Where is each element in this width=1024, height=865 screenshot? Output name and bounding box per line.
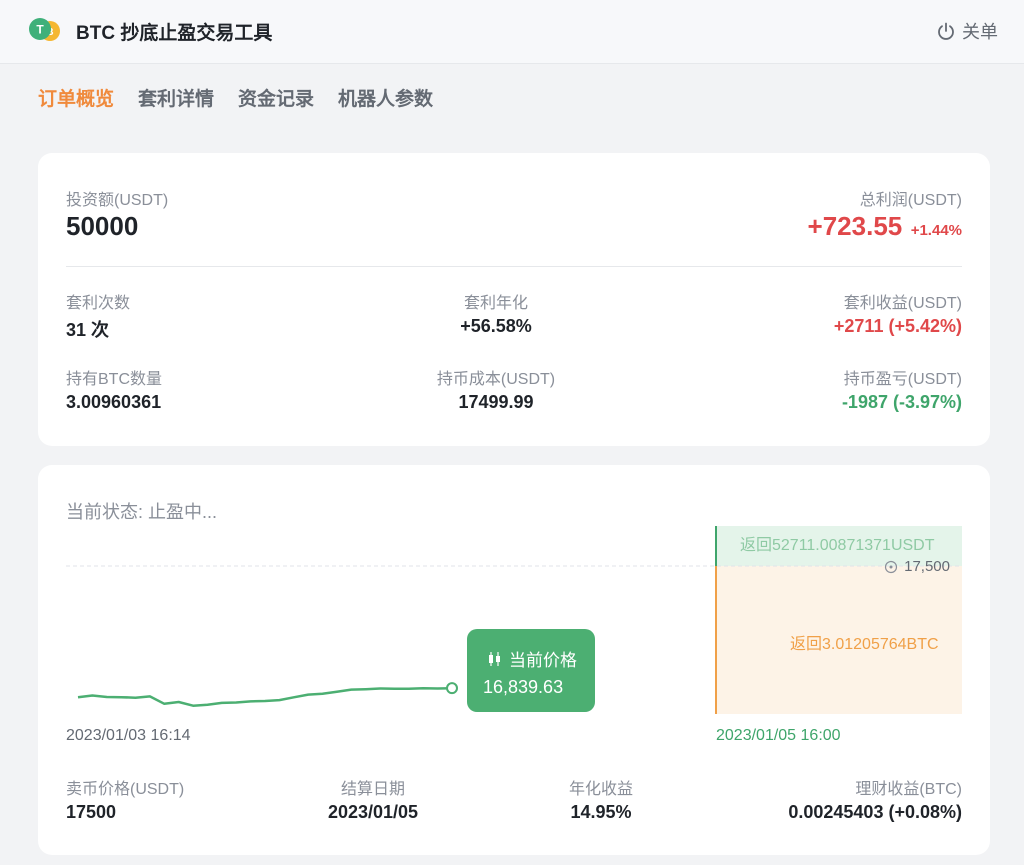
divider: [66, 266, 962, 267]
top-bar: B T BTC 抄底止盈交易工具 关单: [0, 0, 1024, 64]
sell-price-value: 17500: [66, 802, 117, 822]
tab-order-overview[interactable]: 订单概览: [38, 84, 114, 111]
close-order-button[interactable]: 关单: [936, 18, 998, 44]
start-date: 2023/01/03 16:14: [66, 727, 191, 744]
arb-annual-value: +56.58%: [460, 316, 532, 336]
end-date: 2023/01/05 16:00: [716, 727, 841, 744]
pnl-value: -1987 (-3.97%): [841, 392, 962, 412]
power-icon: [938, 22, 954, 40]
arb-income-value: +2711 (+5.42%): [833, 316, 962, 336]
profit-group: +723.55 +1.44%: [808, 211, 962, 242]
btc-qty-label: 持有BTC数量: [66, 371, 163, 388]
target-price-label: 17,500: [904, 558, 950, 575]
target-price-level: 17,500: [884, 558, 950, 575]
profit-label: 总利润(USDT): [859, 192, 962, 209]
summary-card: 投资额(USDT) 50000 总利润(USDT) +723.55 +1.44%…: [38, 153, 990, 446]
tab-bar: 订单概览 套利详情 资金记录 机器人参数: [38, 84, 433, 111]
invest-value: 50000: [66, 211, 139, 241]
price-chart: [66, 526, 962, 714]
app-logo-icon: B T: [29, 18, 60, 41]
app-title: BTC 抄底止盈交易工具: [76, 23, 273, 44]
wealth-income-label: 理财收益(BTC): [855, 781, 962, 798]
profit-percent: +1.44%: [910, 222, 962, 239]
cost-value: 17499.99: [458, 392, 534, 412]
settle-date-label: 结算日期: [340, 781, 405, 798]
wealth-income-value: 0.00245403 (+0.08%): [788, 802, 962, 822]
tab-fund-records[interactable]: 资金记录: [238, 84, 314, 111]
tab-robot-params[interactable]: 机器人参数: [338, 84, 433, 111]
tooltip-title: 当前价格: [487, 646, 577, 671]
tooltip-title-label: 当前价格: [509, 651, 577, 670]
settle-date-value: 2023/01/05: [327, 802, 419, 822]
arb-annual-label: 套利年化: [463, 295, 528, 312]
svg-text:T: T: [36, 23, 44, 37]
close-order-label: 关单: [962, 22, 998, 42]
arb-count-label: 套利次数: [66, 295, 131, 312]
arb-income-label: 套利收益(USDT): [843, 295, 962, 312]
price-series-line: [77, 686, 453, 707]
sell-price-label: 卖币价格(USDT): [66, 781, 185, 798]
btc-qty-value: 3.00960361: [66, 392, 162, 412]
current-price-tooltip: 当前价格 16,839.63: [467, 629, 595, 712]
invest-label: 投资额(USDT): [66, 192, 169, 209]
cost-label: 持币成本(USDT): [436, 371, 556, 388]
current-price-value: 16,839.63: [483, 677, 564, 697]
annual-yield-label: 年化收益: [568, 781, 633, 798]
current-price-point: [446, 682, 458, 695]
status-card: 当前状态: 止盈中... 返回52711.00871371USDT 返回3.01…: [38, 465, 990, 855]
tab-arbitrage-details[interactable]: 套利详情: [138, 84, 214, 111]
annual-yield-value: 14.95%: [570, 802, 632, 822]
pnl-label: 持币盈亏(USDT): [843, 371, 962, 388]
candlestick-icon: [489, 651, 500, 666]
arb-count-value: 31 次: [66, 320, 110, 340]
profit-value: +723.55: [807, 211, 903, 241]
crosshair-icon: [885, 560, 898, 573]
